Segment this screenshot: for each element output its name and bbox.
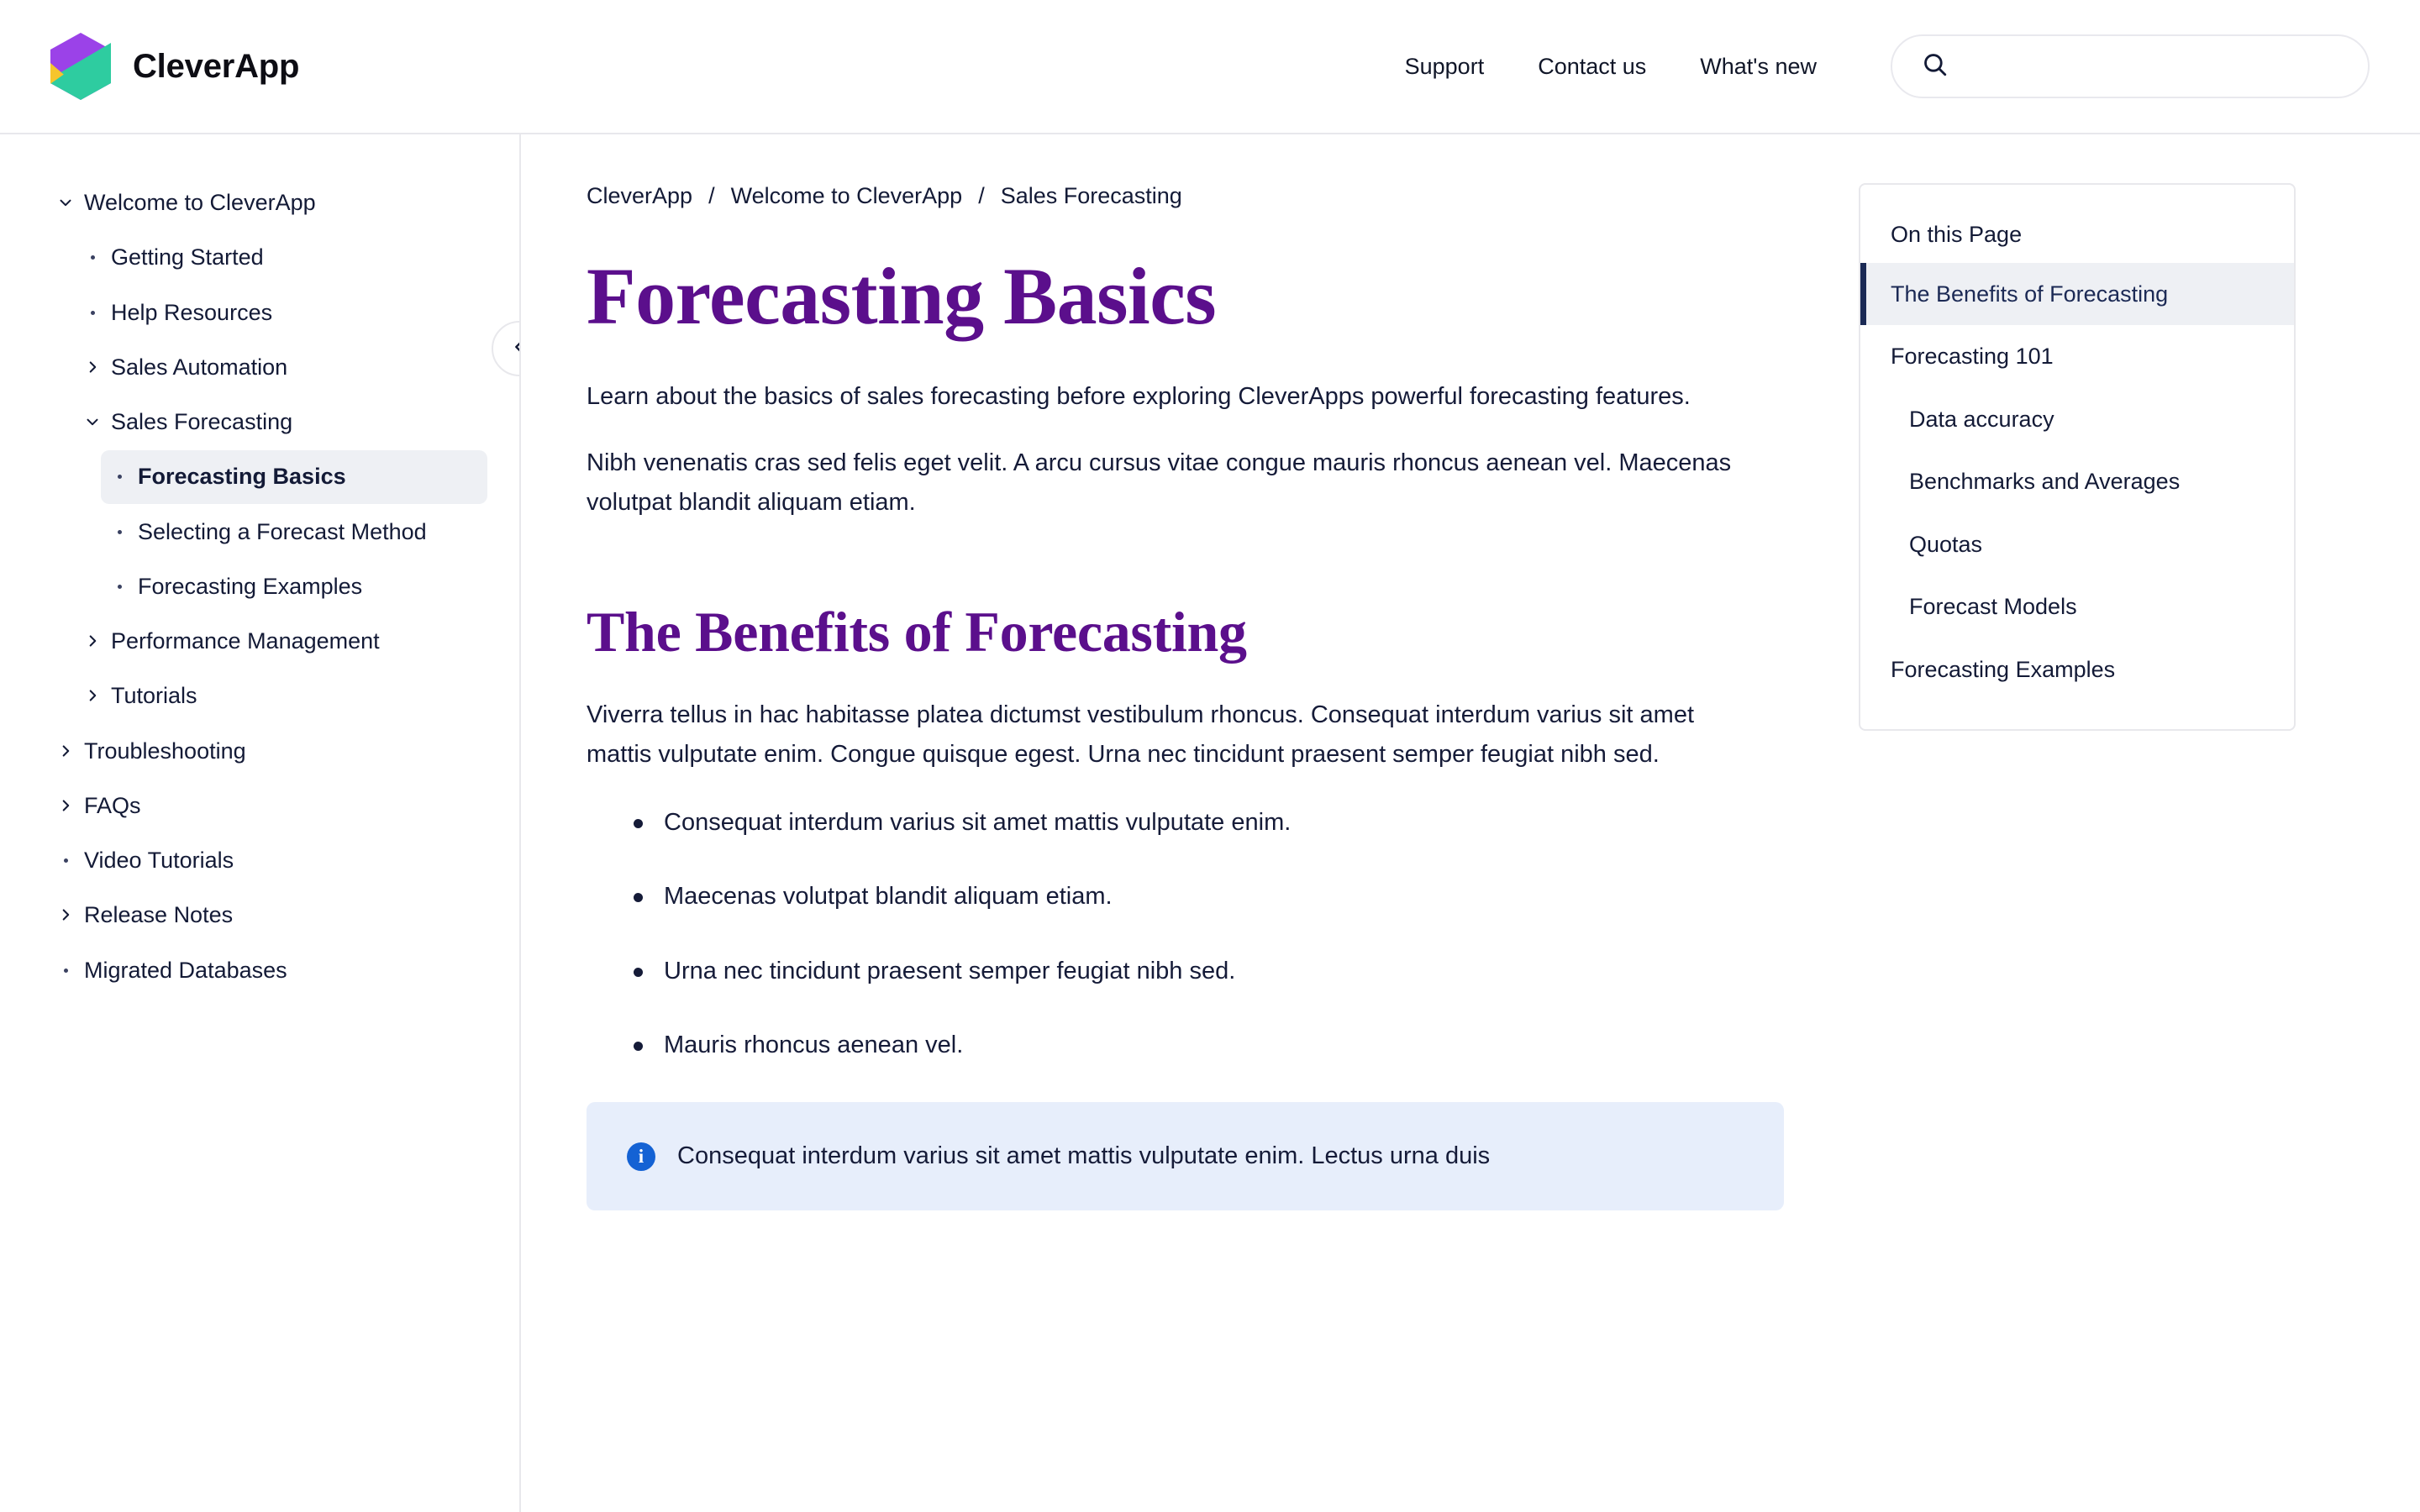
search-input[interactable]	[1961, 53, 2339, 80]
bullet-dot-icon	[101, 571, 138, 589]
section-heading-benefits: The Benefits of Forecasting	[587, 599, 1247, 664]
search-box[interactable]	[1891, 34, 2370, 98]
breadcrumb-item-sales-forecasting[interactable]: Sales Forecasting	[1001, 183, 1182, 209]
bullet-dot-icon	[74, 297, 111, 315]
sidebar-item-label: Migrated Databases	[84, 957, 287, 983]
sidebar-item-selecting-a-forecast-method[interactable]: Selecting a Forecast Method	[101, 506, 487, 559]
info-callout-text: Consequat interdum varius sit amet matti…	[677, 1142, 1491, 1169]
sidebar-navigation: Welcome to CleverApp Getting Started Help …	[0, 134, 521, 1512]
sidebar-item-label: Release Notes	[84, 902, 234, 928]
chevron-down-icon	[74, 407, 111, 431]
toc-item-forecast-models[interactable]: Forecast Models	[1860, 575, 2294, 638]
bullet-dot-icon	[101, 517, 138, 534]
list-item: Maecenas volutpat blandit aliquam etiam.	[587, 879, 1780, 916]
bullet-dot-icon	[47, 845, 84, 863]
sidebar-item-label: Sales Forecasting	[111, 409, 293, 434]
sidebar-item-label: Performance Management	[111, 628, 380, 654]
sidebar-item-troubleshooting[interactable]: Troubleshooting	[47, 725, 487, 778]
sidebar-item-label: Welcome to CleverApp	[84, 190, 316, 215]
sidebar-item-label: FAQs	[84, 792, 141, 818]
toc-item-quotas[interactable]: Quotas	[1860, 513, 2294, 575]
sidebar-item-forecasting-examples[interactable]: Forecasting Examples	[101, 560, 487, 613]
search-icon	[1921, 50, 1949, 83]
sidebar-item-video-tutorials[interactable]: Video Tutorials	[47, 834, 487, 887]
sidebar-item-performance-management[interactable]: Performance Management	[74, 615, 487, 668]
nav-link-support[interactable]: Support	[1378, 54, 1512, 80]
breadcrumb-separator: /	[978, 183, 985, 208]
toc-item-forecasting-101[interactable]: Forecasting 101	[1860, 325, 2294, 387]
breadcrumb-item-welcome[interactable]: Welcome to CleverApp	[731, 183, 963, 209]
article: CleverApp / Welcome to CleverApp / Sales…	[587, 134, 1784, 1512]
sidebar-item-release-notes[interactable]: Release Notes	[47, 889, 487, 942]
sidebar-item-label: Help Resources	[111, 299, 273, 325]
toc-item-the-benefits-of-forecasting[interactable]: The Benefits of Forecasting	[1860, 263, 2294, 326]
chevron-right-icon	[47, 900, 84, 924]
cleverapp-hexagon-logo-icon	[50, 33, 111, 100]
on-this-page-card: On this Page The Benefits of Forecasting…	[1859, 183, 2296, 732]
sidebar-item-label: Troubleshooting	[84, 738, 246, 764]
on-this-page-column: On this Page The Benefits of Forecasting…	[1780, 134, 2296, 1512]
main-content: CleverApp / Welcome to CleverApp / Sales…	[521, 134, 2420, 1512]
sidebar-item-welcome-to-cleverapp[interactable]: Welcome to CleverApp	[47, 176, 487, 229]
sidebar-item-help-resources[interactable]: Help Resources	[74, 286, 487, 339]
header-right: Support Contact us What's new	[1378, 34, 2370, 98]
app-header: CleverApp Support Contact us What's new	[0, 0, 2420, 134]
nav-link-whats-new[interactable]: What's new	[1673, 54, 1844, 80]
toc-item-forecasting-examples[interactable]: Forecasting Examples	[1860, 638, 2294, 701]
bullet-dot-icon	[74, 242, 111, 260]
toc-item-benchmarks-and-averages[interactable]: Benchmarks and Averages	[1860, 450, 2294, 512]
nav-link-contact-us[interactable]: Contact us	[1511, 54, 1673, 80]
sidebar-item-migrated-databases[interactable]: Migrated Databases	[47, 944, 487, 997]
chevron-right-icon	[74, 680, 111, 705]
sidebar-item-getting-started[interactable]: Getting Started	[74, 231, 487, 284]
sidebar-item-sales-automation[interactable]: Sales Automation	[74, 341, 487, 394]
list-item: Consequat interdum varius sit amet matti…	[587, 805, 1780, 842]
bullet-dot-icon	[47, 955, 84, 973]
page-title: Forecasting Basics	[587, 251, 1217, 341]
chevron-right-icon	[47, 736, 84, 760]
sidebar-item-sales-forecasting[interactable]: Sales Forecasting	[74, 396, 487, 449]
sidebar-item-label: Forecasting Basics	[138, 464, 346, 490]
page-layout: Welcome to CleverApp Getting Started Help …	[0, 134, 2420, 1512]
sidebar-item-label: Selecting a Forecast Method	[138, 518, 427, 544]
breadcrumb: CleverApp / Welcome to CleverApp / Sales…	[587, 183, 1780, 209]
chevron-down-icon	[47, 187, 84, 212]
toc-item-data-accuracy[interactable]: Data accuracy	[1860, 388, 2294, 450]
chevron-left-icon	[510, 338, 519, 360]
chevron-right-icon	[74, 352, 111, 376]
sidebar-item-forecasting-basics[interactable]: Forecasting Basics	[101, 450, 487, 504]
on-this-page-list: The Benefits of Forecasting Forecasting 1…	[1860, 263, 2294, 701]
brand-logo[interactable]: CleverApp	[50, 33, 299, 100]
sidebar-item-label: Sales Automation	[111, 354, 288, 380]
header-nav: Support Contact us What's new	[1378, 54, 1844, 80]
sidebar-item-faqs[interactable]: FAQs	[47, 780, 487, 832]
info-callout: i Consequat interdum varius sit amet mat…	[587, 1101, 1784, 1210]
sidebar-item-label: Getting Started	[111, 244, 264, 270]
on-this-page-title: On this Page	[1891, 222, 2023, 247]
chevron-right-icon	[74, 626, 111, 650]
chevron-right-icon	[47, 790, 84, 815]
sidebar-tree: Welcome to CleverApp Getting Started Help …	[0, 176, 519, 997]
sidebar-item-label: Forecasting Examples	[138, 573, 363, 599]
list-item: Urna nec tincidunt praesent semper feugi…	[587, 953, 1780, 990]
sidebar-item-tutorials[interactable]: Tutorials	[74, 669, 487, 722]
intro-paragraph-2: Nibh venenatis cras sed felis eget velit…	[587, 449, 1732, 516]
info-icon: i	[627, 1142, 655, 1171]
bullet-dot-icon	[101, 461, 138, 480]
brand-name: CleverApp	[133, 47, 300, 85]
list-item: Mauris rhoncus aenean vel.	[587, 1027, 1780, 1064]
sidebar-item-label: Tutorials	[111, 683, 197, 709]
sidebar-item-label: Video Tutorials	[84, 848, 234, 873]
breadcrumb-item-cleverapp[interactable]: CleverApp	[587, 183, 692, 209]
section-paragraph: Viverra tellus in hac habitasse platea d…	[587, 701, 1694, 768]
benefits-bullet-list: Consequat interdum varius sit amet matti…	[587, 805, 1780, 1064]
breadcrumb-separator: /	[708, 183, 715, 208]
intro-paragraph-1: Learn about the basics of sales forecast…	[587, 382, 1691, 410]
